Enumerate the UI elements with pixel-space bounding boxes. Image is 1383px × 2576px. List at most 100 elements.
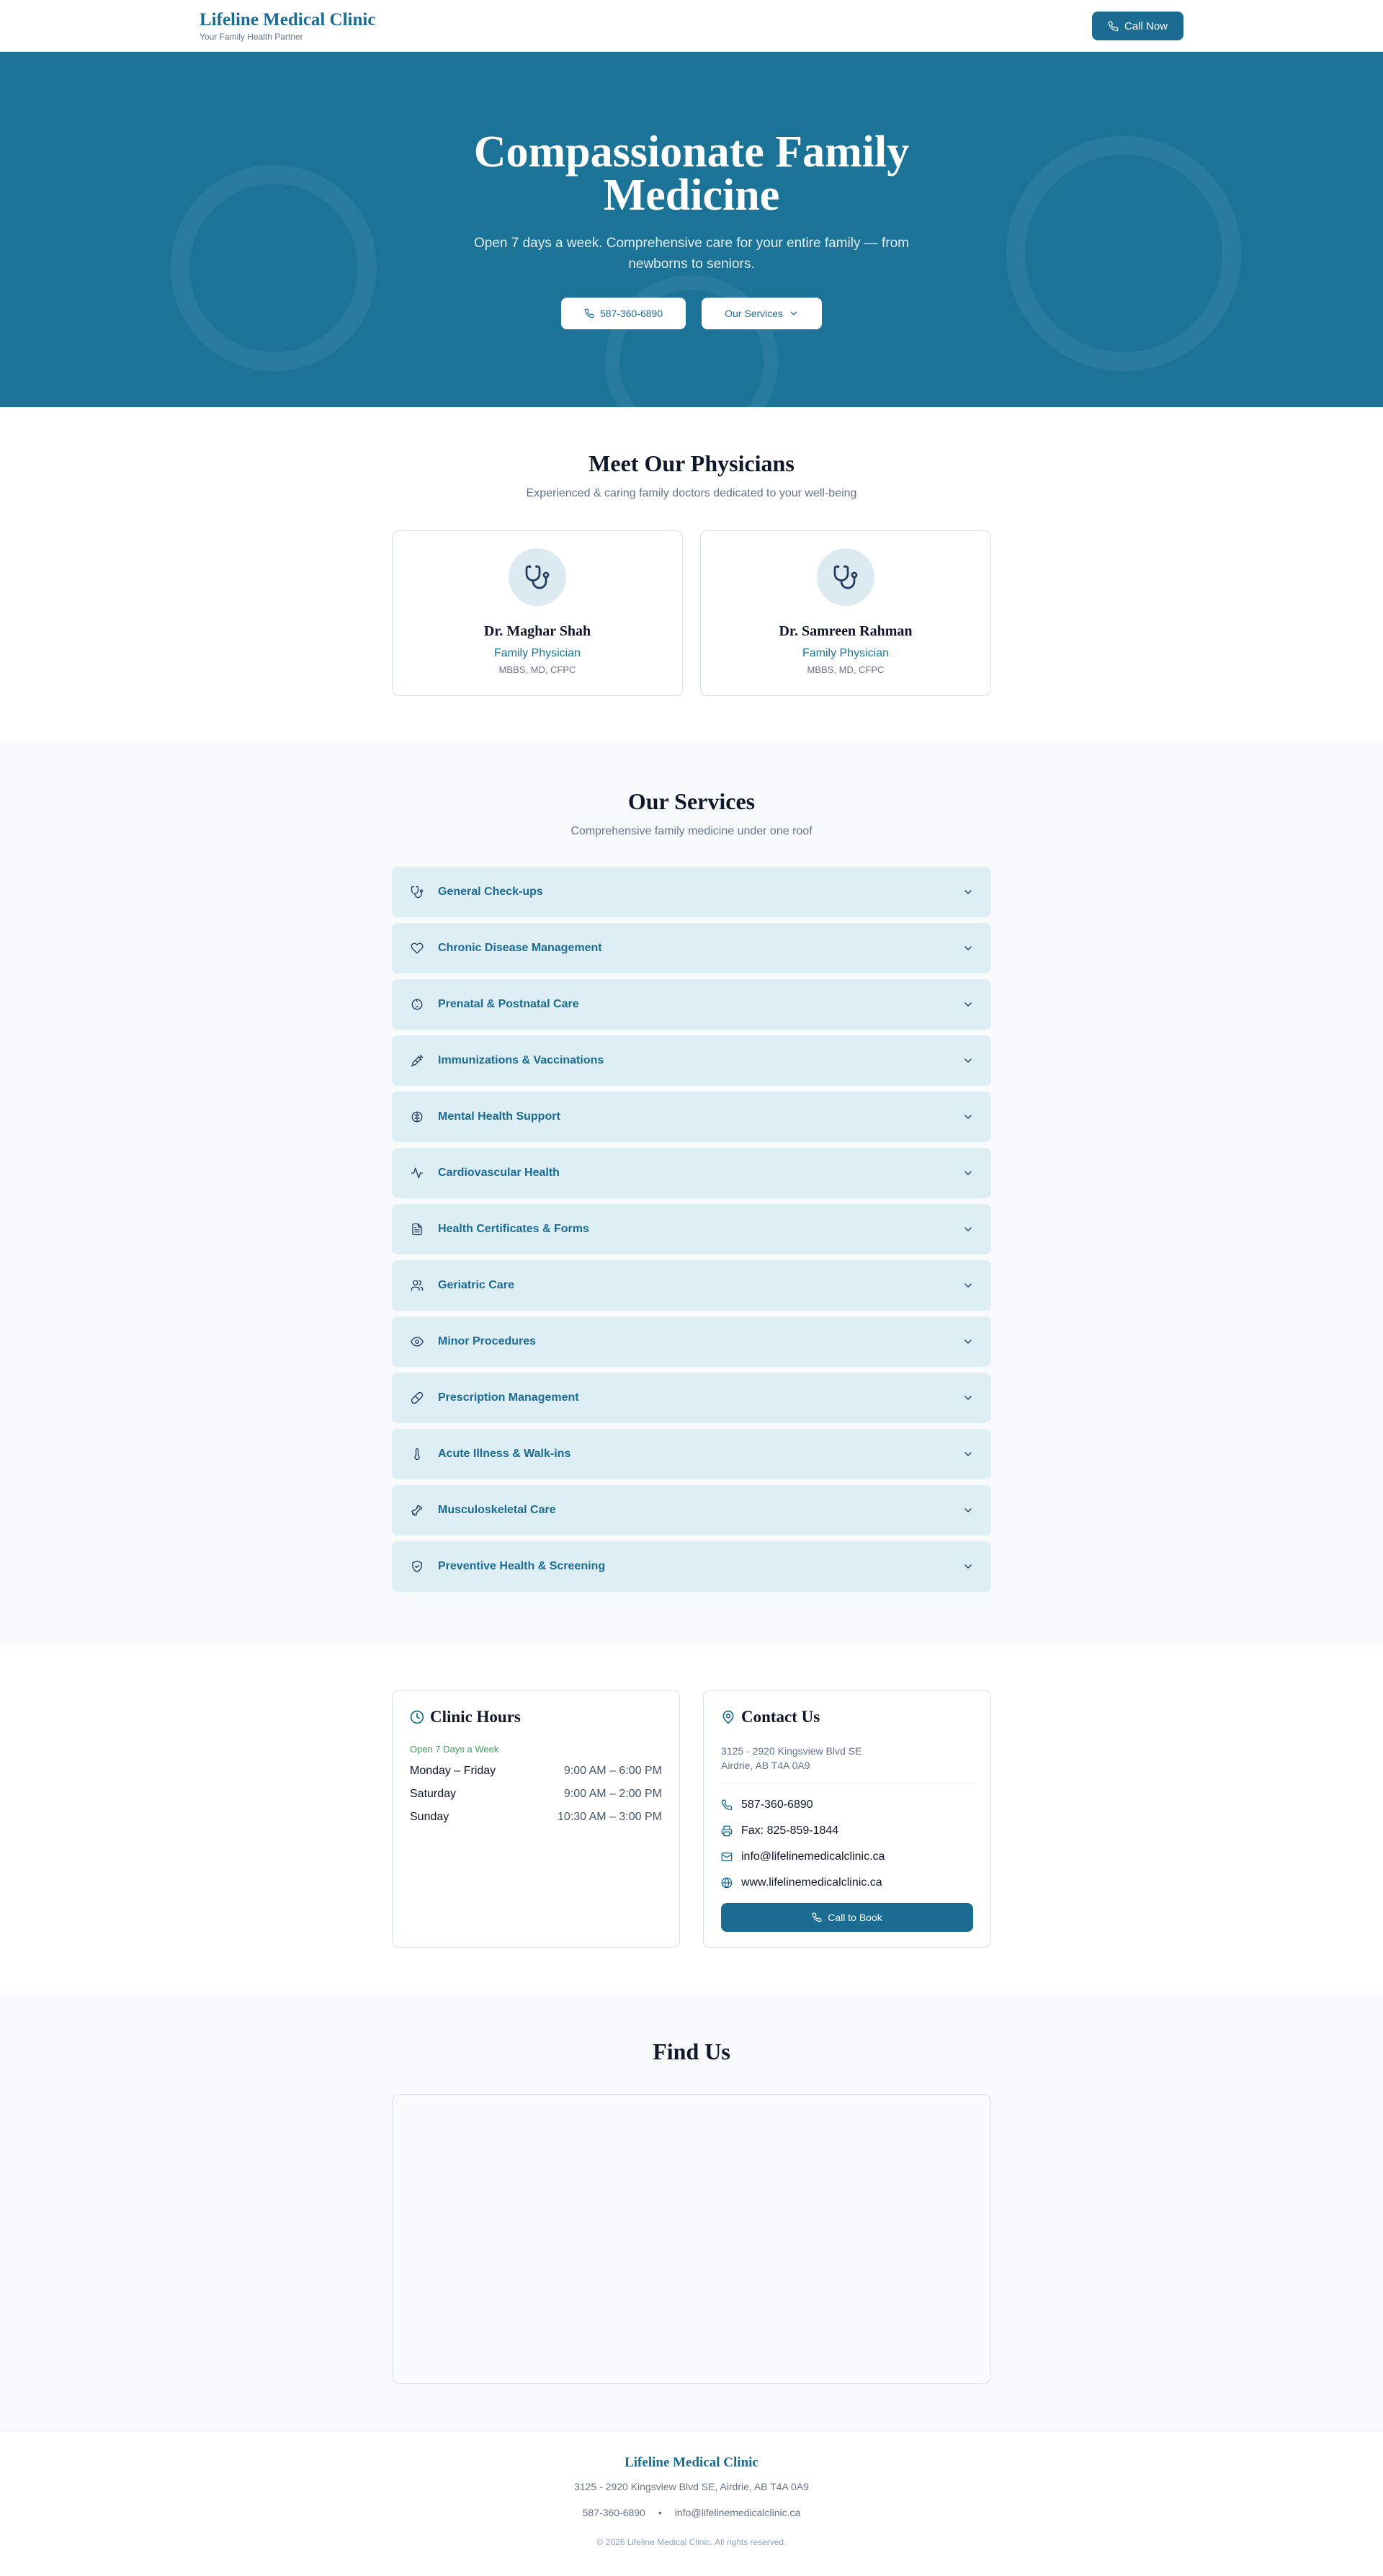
map-embed[interactable]	[392, 2094, 991, 2384]
chevron-down-icon[interactable]	[962, 1448, 974, 1460]
chevron-down-icon[interactable]	[962, 1055, 974, 1066]
hours-row: Sunday 10:30 AM – 3:00 PM	[410, 1811, 662, 1824]
service-item[interactable]: General Check-ups	[392, 867, 991, 917]
footer-phone[interactable]: 587-360-6890	[583, 2507, 645, 2518]
hours-day: Saturday	[410, 1788, 457, 1800]
phone-icon	[1108, 21, 1119, 31]
stethoscope-icon	[525, 565, 550, 589]
footer-address: 3125 - 2920 Kingsview Blvd SE, Airdrie, …	[574, 2481, 809, 2492]
phone-icon	[812, 1912, 822, 1922]
hero-subtitle: Open 7 days a week. Comprehensive care f…	[473, 235, 910, 272]
service-item[interactable]: Prescription Management	[392, 1373, 991, 1423]
service-label: Prenatal & Postnatal Care	[438, 998, 579, 1010]
find-us-section: Find Us	[0, 1994, 1383, 2430]
hours-day: Monday – Friday	[410, 1765, 496, 1777]
hours-time: 9:00 AM – 6:00 PM	[563, 1765, 662, 1777]
phone-icon	[584, 308, 594, 318]
chevron-down-icon[interactable]	[962, 1392, 974, 1404]
contact-phone[interactable]: 587-360-6890	[721, 1792, 973, 1818]
service-item[interactable]: Geriatric Care	[392, 1260, 991, 1311]
info-section: Clinic Hours Open 7 Days a Week Monday –…	[0, 1644, 1383, 1994]
address-line-2: Airdrie, AB T4A 0A9	[721, 1760, 810, 1771]
service-item[interactable]: Chronic Disease Management	[392, 923, 991, 973]
service-label: Cardiovascular Health	[438, 1167, 560, 1179]
service-label: Preventive Health & Screening	[438, 1560, 606, 1572]
hero-title: Compassionate Family Medicine	[473, 127, 910, 220]
mail-icon	[721, 1853, 733, 1861]
site-footer: Lifeline Medical Clinic 3125 - 2920 King…	[0, 2430, 1383, 2576]
service-label: Mental Health Support	[438, 1110, 560, 1123]
hero-phone-label: 587-360-6890	[599, 307, 663, 319]
physician-role: Family Physician	[802, 647, 890, 659]
globe-icon	[721, 1877, 733, 1889]
eye-icon	[409, 1334, 425, 1350]
physician-avatar	[817, 548, 874, 606]
contact-email-text[interactable]: info@lifelinemedicalclinic.ca	[741, 1850, 885, 1863]
service-label: Prescription Management	[438, 1391, 579, 1404]
chevron-down-icon[interactable]	[962, 999, 974, 1010]
call-to-book-button[interactable]: Call to Book	[721, 1903, 973, 1932]
service-item[interactable]: Immunizations & Vaccinations	[392, 1035, 991, 1086]
physician-role: Family Physician	[493, 647, 581, 659]
chevron-down-icon[interactable]	[962, 1224, 974, 1235]
chevron-down-icon[interactable]	[962, 1505, 974, 1516]
service-item[interactable]: Prenatal & Postnatal Care	[392, 979, 991, 1030]
chevron-down-icon[interactable]	[962, 1336, 974, 1347]
contact-website[interactable]: www.lifelinemedicalclinic.ca	[721, 1870, 973, 1896]
thermometer-icon	[409, 1446, 425, 1462]
hero-actions: 587-360-6890 Our Services	[560, 297, 823, 329]
footer-email[interactable]: info@lifelinemedicalclinic.ca	[675, 2507, 801, 2518]
hero-section: Compassionate Family Medicine Open 7 day…	[0, 52, 1383, 407]
find-us-title: Find Us	[653, 2038, 730, 2064]
heart-icon	[409, 940, 425, 956]
service-item[interactable]: Mental Health Support	[392, 1092, 991, 1142]
contact-email[interactable]: info@lifelinemedicalclinic.ca	[721, 1844, 973, 1870]
chevron-down-icon[interactable]	[962, 1111, 974, 1123]
footer-copyright: © 2026 Lifeline Medical Clinic. All righ…	[596, 2537, 787, 2547]
service-item[interactable]: Preventive Health & Screening	[392, 1541, 991, 1592]
hours-time: 9:00 AM – 2:00 PM	[563, 1788, 662, 1800]
call-now-button[interactable]: Call Now	[1091, 12, 1183, 40]
chevron-down-icon[interactable]	[962, 886, 974, 898]
hours-row: Saturday 9:00 AM – 2:00 PM	[410, 1788, 662, 1801]
services-subtitle: Comprehensive family medicine under one …	[570, 825, 813, 837]
brand[interactable]: Lifeline Medical Clinic Your Family Heal…	[200, 10, 375, 42]
physician-credentials: MBBS, MD, CFPC	[498, 664, 576, 675]
service-item[interactable]: Minor Procedures	[392, 1316, 991, 1367]
physician-avatar	[509, 548, 566, 606]
hero-phone-button[interactable]: 587-360-6890	[560, 297, 686, 329]
physicians-title: Meet Our Physicians	[588, 450, 795, 476]
address-line-1: 3125 - 2920 Kingsview Blvd SE	[721, 1745, 862, 1757]
contact-website-text[interactable]: www.lifelinemedicalclinic.ca	[741, 1876, 882, 1889]
contact-title: Contact Us	[741, 1708, 820, 1726]
clock-icon	[410, 1710, 424, 1724]
stethoscope-icon	[833, 565, 858, 589]
service-item[interactable]: Acute Illness & Walk-ins	[392, 1429, 991, 1479]
service-item[interactable]: Musculoskeletal Care	[392, 1485, 991, 1536]
hero-background-pattern	[171, 136, 1241, 407]
chevron-down-icon[interactable]	[962, 1561, 974, 1572]
open-days-note: Open 7 Days a Week	[410, 1744, 499, 1755]
physician-name: Dr. Samreen Rahman	[779, 623, 913, 639]
baby-icon	[409, 997, 425, 1012]
hours-row: Monday – Friday 9:00 AM – 6:00 PM	[410, 1765, 662, 1778]
site-header: Lifeline Medical Clinic Your Family Heal…	[0, 0, 1383, 52]
service-label: Musculoskeletal Care	[438, 1504, 556, 1516]
syringe-icon	[409, 1053, 425, 1069]
physicians-subtitle: Experienced & caring family doctors dedi…	[526, 487, 857, 499]
brain-icon	[409, 1109, 425, 1125]
bone-icon	[409, 1502, 425, 1518]
chevron-down-icon[interactable]	[962, 1167, 974, 1179]
service-item[interactable]: Health Certificates & Forms	[392, 1204, 991, 1254]
service-item[interactable]: Cardiovascular Health	[392, 1148, 991, 1198]
physicians-section: Meet Our Physicians Experienced & caring…	[0, 407, 1383, 742]
physician-card: Dr. Maghar Shah Family Physician MBBS, M…	[392, 530, 683, 696]
contact-phone-text[interactable]: 587-360-6890	[741, 1799, 813, 1811]
document-icon	[409, 1221, 425, 1237]
chevron-down-icon[interactable]	[962, 1280, 974, 1291]
stethoscope-icon	[409, 884, 425, 900]
chevron-down-icon[interactable]	[962, 942, 974, 954]
brand-tagline: Your Family Health Partner	[200, 32, 303, 42]
our-services-button[interactable]: Our Services	[702, 297, 823, 329]
brand-name[interactable]: Lifeline Medical Clinic	[200, 10, 375, 30]
